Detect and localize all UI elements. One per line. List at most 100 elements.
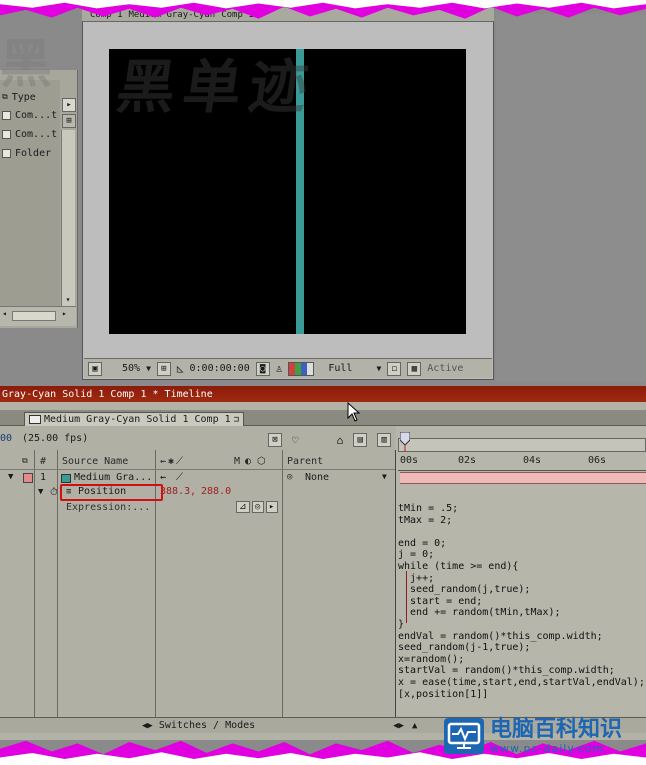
list-item[interactable]: Folder (0, 144, 60, 162)
code-line[interactable]: seed_random(j-1,true); (398, 642, 643, 654)
current-time[interactable]: 00 (0, 433, 12, 444)
expression-editor[interactable]: tMin = .5; tMax = 2; end = 0; j = 0; while (… (398, 503, 645, 701)
code-line[interactable] (398, 526, 643, 538)
safe-zones-icon[interactable]: ⊞ (156, 361, 171, 376)
code-line[interactable]: seed_random(j,true); (398, 584, 643, 596)
timeline-title: Gray-Cyan Solid 1 Comp 1 * Timeline (2, 388, 213, 400)
project-list: ⧉ Type Com...t Com...t Folder (0, 80, 60, 308)
parent-value[interactable]: None (305, 472, 329, 483)
stopwatch-icon[interactable]: ⏱ (50, 487, 58, 498)
code-line[interactable]: start = end; (398, 596, 643, 608)
layer-number: 1 (40, 472, 47, 483)
layer-switches[interactable]: ⇜ ⟋ (160, 472, 185, 483)
workspace-background (496, 14, 646, 382)
label-checkbox[interactable] (2, 110, 11, 120)
flowchart-icon[interactable]: ⊞ (62, 114, 76, 128)
code-line[interactable]: endVal = random()*this_comp.width; (398, 631, 643, 643)
logo-url: www.pc-daily.com (490, 741, 605, 755)
layer-name[interactable]: Medium Gra... (74, 472, 152, 483)
column-divider (34, 450, 35, 720)
comp-flowchart-icon[interactable]: ⊠ (268, 433, 282, 447)
project-bottom-scrollbar[interactable]: ◂ ▸ (0, 306, 76, 326)
expression-label: Expression:... (66, 502, 151, 513)
scroll-down-icon[interactable]: ▾ (62, 295, 74, 305)
scroll-left-icon[interactable]: ◂ (2, 309, 7, 318)
graph-editor-icon[interactable]: ▥ (377, 433, 392, 447)
show-snapshot-icon[interactable]: ♙ (276, 362, 283, 375)
graph-toggle-icon[interactable]: ◀▶ (393, 721, 404, 731)
switches-modes-toggle[interactable]: Switches / Modes (159, 720, 255, 731)
code-line[interactable]: j++; (398, 573, 643, 585)
channel-swatches[interactable] (288, 361, 315, 376)
code-guide-line (406, 571, 407, 623)
layer-duration-bar[interactable] (400, 472, 646, 484)
scroll-right-arrow-icon[interactable]: ▸ (62, 98, 76, 112)
list-item[interactable]: Com...t (0, 106, 60, 124)
region-of-interest-icon[interactable]: ◻ (387, 361, 402, 376)
zoom-dropdown-icon[interactable]: ▼ (146, 364, 151, 373)
code-line[interactable]: [x,position[1]] (398, 689, 643, 701)
project-scrollbar[interactable] (61, 130, 75, 308)
parent-dropdown-icon[interactable]: ▼ (382, 472, 387, 481)
code-line[interactable]: end += random(tMin,tMax); (398, 607, 643, 619)
column-header-row: ⧉ # Source Name ⇜✱⟋ M ◐ ⬡ Parent (0, 454, 395, 470)
label-checkbox[interactable] (2, 148, 11, 158)
label-color-swatch[interactable] (23, 473, 33, 483)
adjustment-layer-icon[interactable]: ◐ (245, 456, 251, 467)
current-time-indicator-icon[interactable] (400, 432, 410, 452)
property-twirl-icon[interactable]: ▼ (38, 487, 43, 497)
parent-column[interactable]: Parent (287, 456, 323, 467)
3d-layer-icon[interactable]: ⬡ (257, 456, 266, 467)
label-column-icon[interactable]: ⧉ (22, 456, 28, 466)
code-line[interactable]: tMin = .5; (398, 503, 643, 515)
draft-3d-icon[interactable]: ♡ (292, 434, 299, 447)
resolution-value[interactable]: Full (328, 363, 352, 374)
always-preview-icon[interactable]: ▣ (88, 361, 102, 376)
number-column[interactable]: # (40, 456, 46, 467)
switches-m[interactable]: M (234, 456, 240, 467)
language-menu-icon[interactable]: ▸ (265, 501, 278, 513)
position-value-x[interactable]: 388.3 (160, 486, 190, 497)
frame-blend-icon[interactable]: ▤ (353, 433, 368, 447)
watermark-partial: 黑 (0, 34, 59, 95)
transparency-grid-icon[interactable]: ▦ (407, 361, 422, 376)
code-line[interactable]: x = ease(time,start,end,startVal,endVal)… (398, 677, 645, 689)
position-value-y[interactable]: 288.0 (201, 486, 231, 497)
graph-icon[interactable]: ⊿ (236, 501, 250, 513)
code-line[interactable]: startVal = random()*this_comp.width; (398, 665, 643, 677)
pick-whip-icon[interactable]: ◎ (251, 501, 264, 513)
zoom-out-icon[interactable]: ▲ (412, 721, 417, 731)
tab-close-icon[interactable]: ⊐ (234, 415, 239, 425)
motion-blur-icon[interactable]: ⌂ (337, 434, 344, 447)
switches-icons[interactable]: ⇜✱⟋ (160, 456, 185, 467)
zoom-value[interactable]: 50% (122, 363, 140, 374)
panel-divider[interactable] (395, 450, 396, 720)
source-name-column[interactable]: Source Name (62, 456, 128, 467)
active-camera[interactable]: Active (427, 363, 463, 374)
code-line[interactable]: } (398, 619, 643, 631)
timecode[interactable]: 0:00:00:00 (190, 363, 250, 374)
mask-icon[interactable]: ◺ (177, 362, 184, 375)
footer-toggle-icon[interactable]: ◀▶ (142, 721, 153, 731)
layer-row[interactable]: ▼ 1 Medium Gra... ⇜ ⟋ ◎ None ▼ (0, 471, 395, 486)
timeline-tab[interactable]: Medium Gray-Cyan Solid 1 Comp 1 ⊐ (24, 412, 245, 426)
scroll-thumb[interactable] (12, 311, 56, 321)
site-logo: 电脑百科知识 www.pc-daily.com (444, 715, 644, 757)
list-item[interactable]: Com...t (0, 125, 60, 143)
comp-footer: ▣ 50% ▼ ⊞ ◺ 0:00:00:00 ◙ ♙ Full ▼ ◻ ▦ Ac… (84, 358, 492, 378)
code-line[interactable]: x=random(); (398, 654, 643, 666)
time-ruler[interactable]: 00s 02s 04s 06s (398, 455, 646, 471)
code-line[interactable]: end = 0; (398, 538, 643, 550)
resolution-dropdown-icon[interactable]: ▼ (376, 364, 381, 373)
code-line[interactable]: while (time >= end){ (398, 561, 643, 573)
twirl-down-icon[interactable]: ▼ (8, 472, 13, 482)
code-line[interactable]: tMax = 2; (398, 515, 643, 527)
watermark-text: 黑单迹 (112, 53, 321, 121)
label-checkbox[interactable] (2, 129, 11, 139)
frame-rate: (25.00 fps) (22, 433, 89, 444)
pick-whip-icon[interactable]: ◎ (287, 472, 292, 482)
code-line[interactable]: j = 0; (398, 549, 643, 561)
scroll-right-icon[interactable]: ▸ (62, 309, 67, 318)
work-area-bar[interactable] (398, 438, 646, 452)
snapshot-icon[interactable]: ◙ (255, 361, 270, 376)
